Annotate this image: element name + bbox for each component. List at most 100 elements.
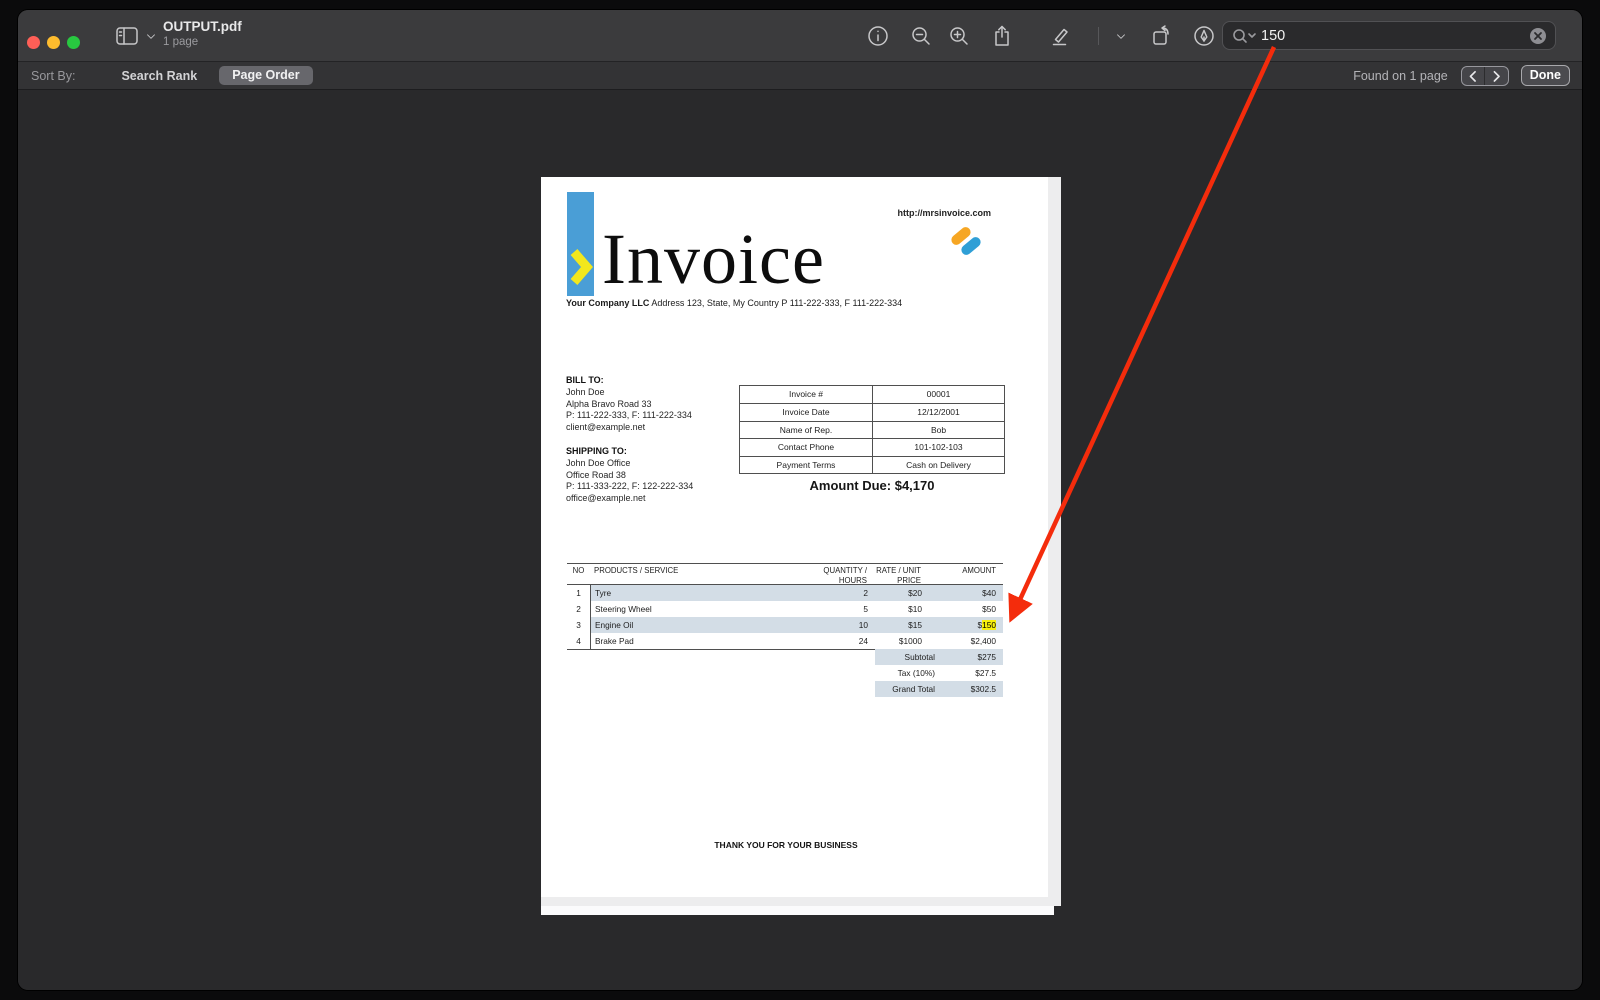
pdf-page: Invoice http://mrsinvoice.com Your Compa… — [541, 177, 1061, 906]
total-value: $302.5 — [938, 681, 1003, 697]
invoice-details-table: Invoice # 00001 Invoice Date 12/12/2001 … — [739, 385, 1005, 474]
search-options-bar: Sort By: Search Rank Page Order Found on… — [18, 62, 1582, 90]
col-header-amount: AMOUNT — [924, 566, 1003, 584]
item-no: 2 — [567, 601, 590, 617]
item-rate: $15 — [871, 617, 925, 633]
zoom-in-icon[interactable] — [947, 24, 971, 48]
sort-page-order-option[interactable]: Page Order — [219, 66, 312, 85]
minimize-button[interactable] — [47, 36, 60, 49]
page-bottom-edge — [541, 906, 1054, 915]
company-logo-icon — [946, 224, 986, 258]
search-icon — [1231, 27, 1257, 45]
item-qty: 24 — [800, 633, 871, 649]
company-name: Your Company LLC — [566, 298, 649, 308]
grand-total-row: Grand Total $302.5 — [875, 681, 1003, 697]
shipping-to-line: Office Road 38 — [566, 470, 693, 482]
item-qty: 2 — [800, 585, 871, 601]
table-row: Contact Phone 101-102-103 — [740, 438, 1004, 455]
item-amount: $2,400 — [925, 633, 1003, 649]
invoice-website-url: http://mrsinvoice.com — [897, 208, 991, 218]
bill-to-line: John Doe — [566, 387, 692, 399]
item-product: Steering Wheel — [591, 601, 800, 617]
detail-value: 101-102-103 — [873, 439, 1004, 455]
total-label: Subtotal — [875, 649, 938, 665]
item-qty: 5 — [800, 601, 871, 617]
item-qty: 10 — [800, 617, 871, 633]
sort-search-rank-option[interactable]: Search Rank — [121, 69, 197, 83]
sidebar-chevron-down-icon[interactable] — [144, 24, 158, 48]
company-info-line: Your Company LLC Address 123, State, My … — [566, 298, 902, 308]
shipping-to-line: John Doe Office — [566, 458, 693, 470]
info-icon[interactable] — [866, 24, 890, 48]
detail-label: Contact Phone — [740, 439, 873, 455]
document-page-count: 1 page — [163, 36, 242, 48]
highlight-pen-icon[interactable] — [1048, 24, 1072, 48]
shipping-to-heading: SHIPPING TO: — [566, 446, 693, 458]
invoice-title: Invoice — [602, 223, 825, 295]
done-button[interactable]: Done — [1521, 65, 1570, 86]
result-navigation — [1461, 66, 1509, 86]
search-result-status: Found on 1 page — [1353, 69, 1448, 83]
table-row: 3 Engine Oil 10 $15 $150 — [567, 617, 1003, 633]
shipping-to-block: SHIPPING TO: John Doe Office Office Road… — [566, 446, 693, 505]
shipping-to-line: office@example.net — [566, 493, 693, 505]
toolbar-separator — [1098, 27, 1099, 45]
item-product: Brake Pad — [591, 633, 800, 649]
bill-to-heading: BILL TO: — [566, 375, 692, 387]
close-button[interactable] — [27, 36, 40, 49]
item-rate: $20 — [871, 585, 925, 601]
detail-value: Bob — [873, 422, 1004, 438]
detail-value: 00001 — [873, 386, 1004, 403]
col-header-rate: RATE / UNITPRICE — [870, 566, 924, 584]
item-no: 3 — [567, 617, 590, 633]
bill-to-line: client@example.net — [566, 422, 692, 434]
item-no: 1 — [567, 585, 590, 601]
total-value: $275 — [938, 649, 1003, 665]
total-label: Grand Total — [875, 681, 938, 697]
item-no: 4 — [567, 633, 590, 649]
bill-to-line: P: 111-222-333, F: 111-222-334 — [566, 410, 692, 422]
item-amount: $50 — [925, 601, 1003, 617]
title-bar: OUTPUT.pdf 1 page — [18, 10, 1582, 62]
search-match-highlight: 150 — [982, 620, 996, 630]
clear-search-icon[interactable] — [1530, 28, 1546, 44]
item-rate: $10 — [871, 601, 925, 617]
item-rate: $1000 — [871, 633, 925, 649]
document-view: Invoice http://mrsinvoice.com Your Compa… — [18, 90, 1582, 989]
rotate-icon[interactable] — [1150, 24, 1174, 48]
company-address: Address 123, State, My Country P 111-222… — [649, 298, 902, 308]
detail-label: Invoice Date — [740, 404, 873, 420]
subtotal-row: Subtotal $275 — [875, 649, 1003, 665]
bill-to-line: Alpha Bravo Road 33 — [566, 399, 692, 411]
line-items-table: NO PRODUCTS / SERVICE QUANTITY /HOURS RA… — [567, 563, 1003, 650]
item-amount-highlighted: $150 — [925, 617, 1003, 633]
table-row: 4 Brake Pad 24 $1000 $2,400 — [567, 633, 1003, 649]
search-query-text: 150 — [1261, 28, 1530, 44]
col-header-product: PRODUCTS / SERVICE — [590, 566, 799, 584]
share-icon[interactable] — [990, 24, 1014, 48]
markup-icon[interactable] — [1192, 24, 1216, 48]
detail-label: Invoice # — [740, 386, 873, 403]
item-product: Engine Oil — [591, 617, 800, 633]
detail-value: 12/12/2001 — [873, 404, 1004, 420]
sort-by-label: Sort By: — [31, 69, 75, 83]
invoice-footer: THANK YOU FOR YOUR BUSINESS — [541, 840, 1031, 850]
document-title: OUTPUT.pdf — [163, 19, 242, 34]
sidebar-icon[interactable] — [115, 24, 139, 48]
preview-window: OUTPUT.pdf 1 page — [18, 10, 1582, 990]
bill-to-block: BILL TO: John Doe Alpha Bravo Road 33 P:… — [566, 375, 692, 434]
zoom-out-icon[interactable] — [909, 24, 933, 48]
total-value: $27.5 — [938, 665, 1003, 681]
markup-chevron-down-icon[interactable] — [1114, 24, 1128, 48]
search-input[interactable]: 150 — [1222, 21, 1556, 50]
detail-value: Cash on Delivery — [873, 457, 1004, 473]
invoice-logo-chevron-icon — [570, 248, 594, 288]
table-row: Name of Rep. Bob — [740, 421, 1004, 438]
col-header-no: NO — [567, 566, 590, 584]
previous-result-button[interactable] — [1462, 67, 1485, 85]
table-row: 1 Tyre 2 $20 $40 — [567, 585, 1003, 601]
zoom-window-button[interactable] — [67, 36, 80, 49]
total-label: Tax (10%) — [875, 665, 938, 681]
next-result-button[interactable] — [1484, 67, 1508, 85]
detail-label: Payment Terms — [740, 457, 873, 473]
